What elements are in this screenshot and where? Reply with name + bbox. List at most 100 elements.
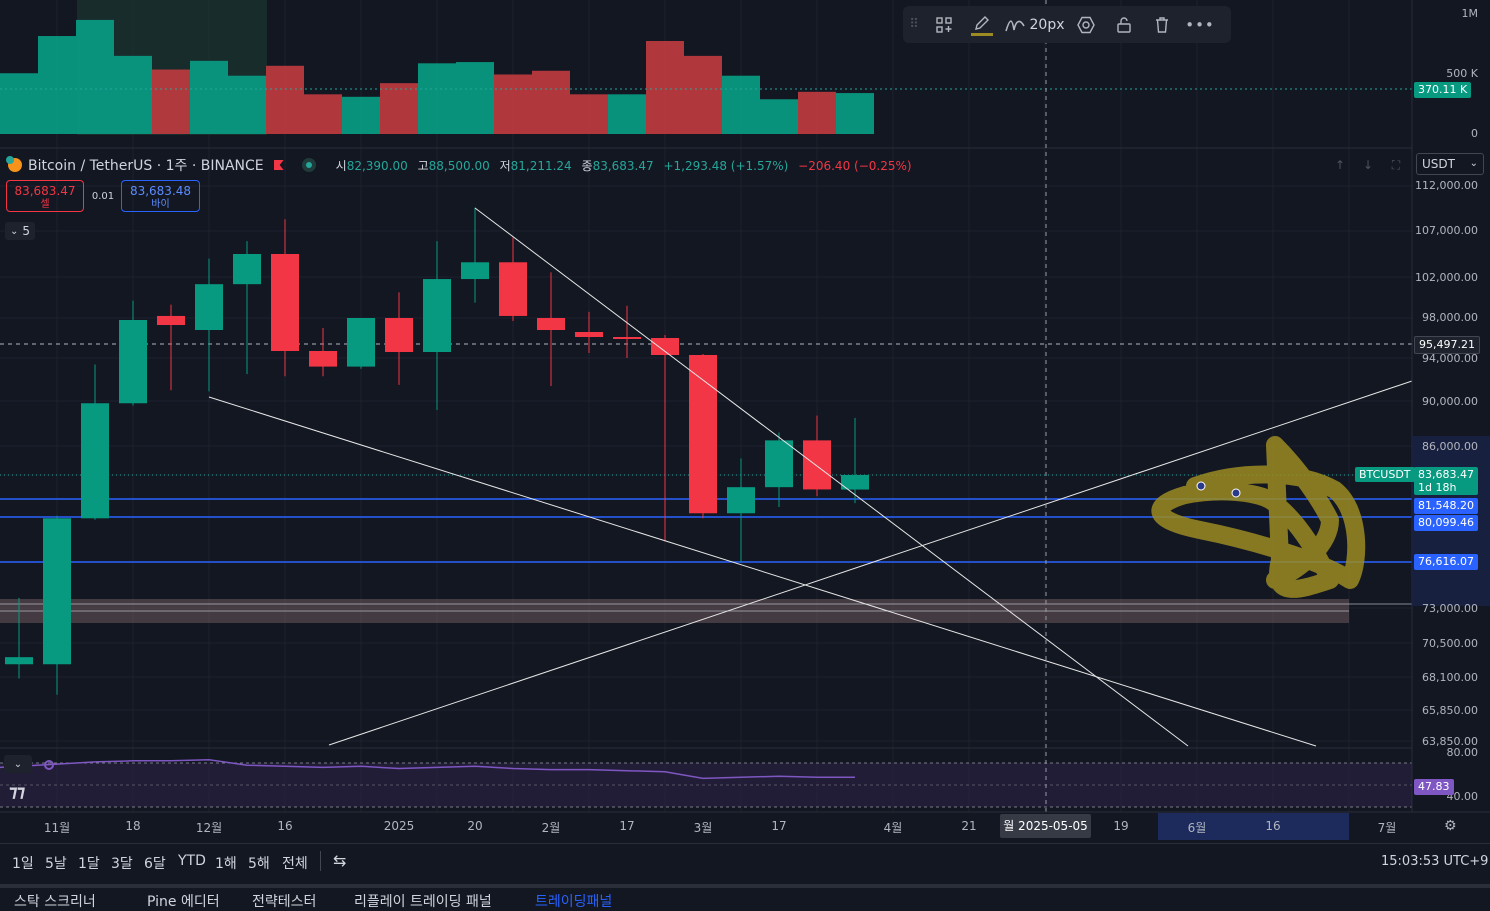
tab-strategy-tester[interactable]: 전략테스터 [252,891,316,911]
sell-price: 83,683.47 [14,184,76,198]
rsi-collapse-chevron-icon[interactable]: ⌄ [4,755,32,773]
time-axis-label: 4월 [883,821,903,835]
volume-bar [190,60,228,135]
low-value: 81,211.24 [510,158,572,173]
candle [689,354,717,519]
chart-settings-icon[interactable]: ⚙ [1444,818,1457,834]
arrow-down-icon[interactable]: ↓ [1357,155,1379,175]
more-icon[interactable]: ••• [1181,6,1219,43]
volume-bar [760,99,798,134]
ticker-tag: BTCUSDT [1355,467,1415,482]
volume-bar [0,73,38,134]
time-axis-label: 6월 [1187,821,1207,835]
settings-icon[interactable] [1067,6,1105,43]
candle-body [537,318,565,330]
low-label: 저 [499,158,511,173]
price-chart[interactable] [0,0,1490,842]
volume-bar [228,75,266,134]
time-axis-label: 3월 [693,821,713,835]
currency-select[interactable]: USDT ⌄ [1416,153,1484,175]
open-value: 82,390.00 [346,158,408,173]
volume-bar [798,91,836,134]
pencil-icon[interactable] [963,6,1001,43]
tab-stock-screener[interactable]: 스탁 스크리너 [14,891,96,911]
price-axis-label: 107,000.00 [1415,224,1478,237]
time-axis-label: 2월 [541,821,561,835]
candle-body [81,403,109,519]
candle-body [727,487,755,514]
indicators-collapse-button[interactable]: ⌄ 5 [5,222,35,240]
change-value-2: −206.40 (−0.25%) [798,158,912,173]
volume-bar [152,69,190,134]
timeframe-ytd[interactable]: YTD [178,853,206,869]
clock[interactable]: 15:03:53 UTC+9 [1381,854,1488,869]
time-axis-label: 20 [467,819,483,833]
arrow-up-icon[interactable]: ↑ [1329,155,1351,175]
symbol-title[interactable]: Bitcoin / TetherUS · 1주 · BINANCE [28,155,264,175]
time-axis-label: 12월 [195,821,223,835]
tradingview-logo-icon: ⁊⁊ [9,782,25,802]
buy-price: 83,683.48 [129,184,192,198]
symbol-legend: Bitcoin / TetherUS · 1주 · BINANCE 시82,39… [6,155,912,175]
level-price-tag: 95,497.21 [1414,336,1480,354]
line-width-button[interactable]: 20px [1001,6,1067,43]
price-axis-label: 73,000.00 [1422,602,1478,615]
flag-icon[interactable] [273,160,284,170]
date-range-icon[interactable]: ⇆ [333,851,346,870]
volume-bar [570,94,608,134]
timeframe-6m[interactable]: 6달 [144,853,166,873]
timeframe-5y[interactable]: 5해 [248,853,270,873]
price-axis-label: 65,850.00 [1422,704,1478,717]
timeframe-1d[interactable]: 1일 [12,853,34,873]
timeframe-all[interactable]: 전체 [282,853,308,873]
market-status-icon[interactable] [301,158,316,172]
time-axis-label: 18 [125,819,141,833]
tab-trading-panel[interactable]: 트레이딩패널 [535,891,612,911]
buy-button[interactable]: 83,683.48 바이 [121,180,200,212]
line-width-label: 20px [1029,16,1065,33]
drawing-toolbar: ⠿ 20px ••• [903,6,1231,43]
trash-icon[interactable] [1143,6,1181,43]
price-axis-label: 90,000.00 [1422,395,1478,408]
lock-icon[interactable] [1105,6,1143,43]
price-axis-label: 86,000.00 [1422,440,1478,453]
sell-label: 셀 [40,199,50,210]
spread-value: 0.01 [91,191,115,202]
time-axis-label: 11월 [43,821,71,835]
change-value: +1,293.48 (+1.57%) [663,158,789,173]
time-axis-label: 7월 [1377,821,1397,835]
sell-button[interactable]: 83,683.47 셀 [6,180,84,212]
candle-body [765,440,793,488]
price-axis-label: 102,000.00 [1415,271,1478,284]
candle-body [119,320,147,404]
time-axis-label: 19 [1113,819,1129,833]
high-label: 고 [417,158,429,173]
drag-handle-icon[interactable]: ⠿ [903,6,925,43]
tab-replay-trading[interactable]: 리플레이 트레이딩 패널 [354,891,492,911]
candle-body [423,279,451,352]
volume-bar [114,55,152,134]
candle-body [803,440,831,490]
volume-bar [342,96,380,134]
maximize-icon[interactable]: ⛶ [1385,155,1407,175]
timeframe-1m[interactable]: 1달 [78,853,100,873]
bitcoin-logo-icon [6,156,22,172]
volume-last-tag: 370.11 K [1414,82,1472,98]
blue-level-tag: 76,616.07 [1414,554,1478,570]
timeframe-1y[interactable]: 1해 [215,853,237,873]
price-axis-label: 112,000.00 [1415,179,1478,192]
time-range-highlight [1158,813,1349,840]
volume-axis-label: 0 [1471,127,1478,140]
volume-axis-label: 500 K [1446,67,1478,80]
time-axis-label: 16 [277,819,293,833]
candle-body [613,337,641,339]
candle-body [689,355,717,514]
templates-icon[interactable] [925,6,963,43]
candle-body [233,254,261,285]
candle-body [195,284,223,330]
high-value: 88,500.00 [428,158,490,173]
tab-pine-editor[interactable]: Pine 에디터 [147,891,220,911]
timeframe-5d[interactable]: 5날 [45,853,67,873]
volume-bar [646,41,684,134]
timeframe-3m[interactable]: 3달 [111,853,133,873]
